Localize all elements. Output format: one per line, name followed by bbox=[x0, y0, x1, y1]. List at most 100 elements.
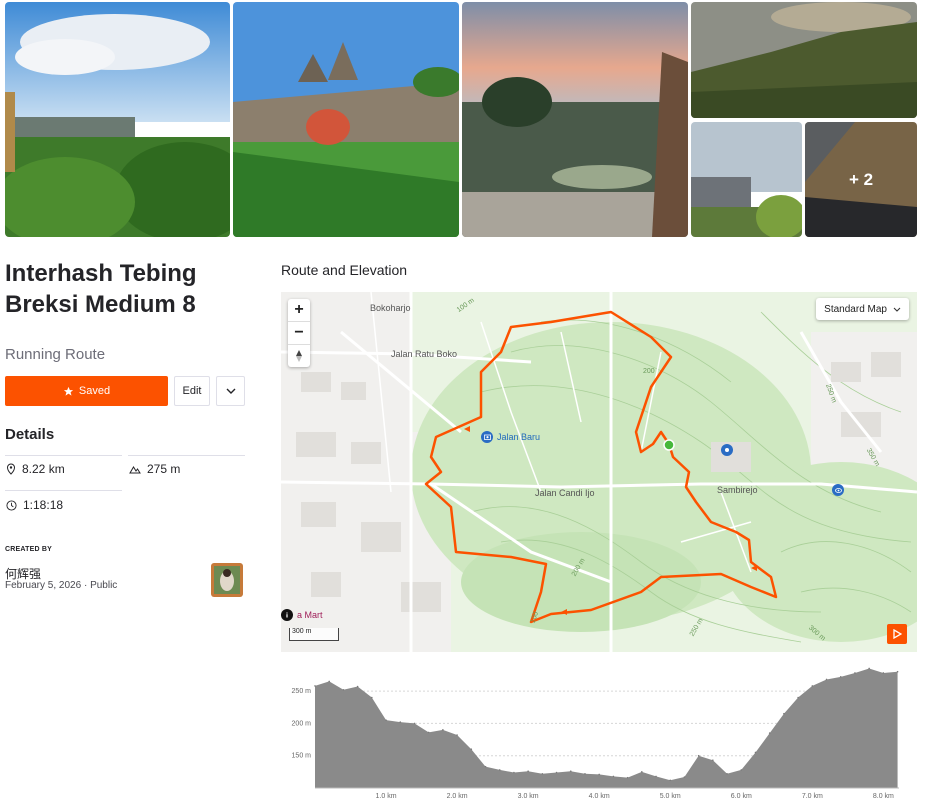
elevation-stat: 275 m bbox=[129, 462, 180, 476]
elevation-chart[interactable]: 150 m 200 m 250 m 1.0 km 2.0 km 3.0 km 4.0 km 5… bbox=[281, 656, 917, 806]
elevation-point bbox=[584, 772, 586, 775]
creator-avatar[interactable] bbox=[211, 563, 243, 597]
place-label-bokoharjo: Bokoharjo bbox=[370, 303, 411, 313]
poi-icon-1[interactable] bbox=[721, 444, 733, 456]
x-tick-label: 5.0 km bbox=[660, 793, 681, 800]
clock-icon bbox=[6, 499, 17, 511]
elevation-point bbox=[513, 771, 515, 774]
elevation-point bbox=[328, 680, 331, 683]
elevation-point bbox=[839, 676, 842, 678]
divider bbox=[5, 455, 122, 456]
elevation-point bbox=[569, 770, 572, 772]
flyover-button[interactable] bbox=[887, 624, 907, 644]
more-options-button[interactable] bbox=[216, 376, 245, 406]
elevation-point bbox=[768, 732, 771, 734]
x-tick-label: 3.0 km bbox=[518, 793, 539, 800]
elevation-point bbox=[484, 765, 487, 768]
route-photo-6[interactable]: + 2 bbox=[805, 122, 917, 237]
zoom-controls: + − bbox=[288, 299, 310, 367]
route-type: Running Route bbox=[5, 346, 106, 363]
distance-value: 8.22 km bbox=[22, 462, 65, 476]
visibility-label: Public bbox=[90, 580, 118, 591]
edit-button[interactable]: Edit bbox=[174, 376, 210, 406]
chevron-down-icon bbox=[226, 388, 235, 394]
location-pin-icon bbox=[6, 463, 16, 475]
map-style-select[interactable]: Standard Map bbox=[816, 298, 909, 320]
elevation-point bbox=[470, 748, 473, 751]
elevation-value: 275 m bbox=[147, 462, 181, 476]
elevation-point bbox=[783, 712, 785, 715]
zoom-in-button[interactable]: + bbox=[288, 299, 310, 322]
elevation-point bbox=[797, 696, 799, 699]
elevation-point bbox=[385, 719, 387, 721]
road-label-jalan-ratu-boko: Jalan Ratu Boko bbox=[391, 349, 458, 359]
created-date: February 5, 2026 bbox=[5, 580, 82, 591]
elevation-point bbox=[726, 772, 728, 775]
route-photo-4[interactable] bbox=[691, 2, 917, 118]
elevation-point bbox=[371, 696, 373, 699]
elevation-point bbox=[740, 769, 743, 771]
elevation-icon bbox=[129, 466, 141, 474]
camera-icon bbox=[481, 431, 493, 443]
route-photo-3[interactable] bbox=[462, 2, 688, 237]
route-photo-1[interactable] bbox=[5, 2, 230, 237]
route-photo-2[interactable] bbox=[233, 2, 459, 237]
play-icon bbox=[892, 629, 902, 639]
elevation-point bbox=[669, 779, 672, 782]
duration-value: 1:18:18 bbox=[23, 498, 64, 512]
more-photos-count[interactable]: + 2 bbox=[805, 122, 917, 237]
elevation-chart-svg: 150 m 200 m 250 m 1.0 km 2.0 km 3.0 km 4.0 km 5… bbox=[292, 667, 899, 800]
x-tick-label: 7.0 km bbox=[802, 793, 823, 800]
elevation-point bbox=[825, 678, 828, 681]
saved-button[interactable]: Saved bbox=[5, 376, 168, 406]
poi-label: a Mart bbox=[297, 610, 323, 620]
duration-stat: 1:18:18 bbox=[6, 498, 63, 512]
elevation-point bbox=[683, 776, 686, 778]
elevation-point bbox=[356, 685, 359, 688]
creator-meta: February 5, 2026 · Public bbox=[5, 580, 117, 591]
elevation-point bbox=[498, 769, 501, 771]
zoom-out-button[interactable]: − bbox=[288, 322, 310, 345]
elevation-point bbox=[399, 721, 402, 723]
x-tick-label: 8.0 km bbox=[873, 793, 894, 800]
place-label-sambirejo: Sambirejo bbox=[717, 485, 758, 495]
elevation-point bbox=[527, 770, 529, 772]
elevation-point bbox=[641, 771, 643, 773]
divider bbox=[5, 490, 122, 491]
route-map[interactable]: Bokoharjo Jalan Ratu Boko Jalan Baru Jal… bbox=[281, 292, 917, 652]
x-tick-label: 6.0 km bbox=[731, 793, 752, 800]
elevation-area bbox=[315, 668, 898, 788]
route-photo-5[interactable] bbox=[691, 122, 802, 237]
y-tick-label: 150 m bbox=[292, 753, 312, 760]
compass-button[interactable] bbox=[288, 345, 310, 367]
elevation-point bbox=[868, 667, 870, 670]
x-tick-label: 1.0 km bbox=[376, 793, 397, 800]
saved-button-label: Saved bbox=[78, 385, 111, 397]
divider bbox=[128, 455, 245, 456]
map-style-label: Standard Map bbox=[824, 303, 887, 315]
distance-stat: 8.22 km bbox=[6, 462, 65, 476]
elevation-point bbox=[342, 688, 345, 691]
elevation-point bbox=[811, 685, 814, 687]
contour-label: 200 bbox=[643, 368, 655, 375]
poi-mart[interactable]: a Mart bbox=[281, 609, 323, 621]
elevation-point bbox=[413, 722, 416, 725]
elevation-point bbox=[555, 771, 558, 774]
elevation-point bbox=[456, 734, 458, 736]
y-tick-label: 200 m bbox=[292, 720, 312, 727]
elevation-point bbox=[697, 754, 700, 757]
route-title: Interhash Tebing Breksi Medium 8 bbox=[5, 260, 197, 318]
elevation-point bbox=[896, 670, 899, 673]
elevation-point bbox=[882, 672, 885, 674]
poi-icon-2[interactable] bbox=[832, 484, 844, 496]
poi-jalan-baru[interactable]: Jalan Baru bbox=[481, 431, 540, 443]
x-tick-label: 4.0 km bbox=[589, 793, 610, 800]
elevation-point bbox=[541, 772, 544, 775]
y-tick-label: 250 m bbox=[292, 688, 312, 695]
elevation-point bbox=[314, 685, 316, 687]
poi-label: Jalan Baru bbox=[497, 432, 541, 442]
x-tick-label: 2.0 km bbox=[447, 793, 468, 800]
elevation-point bbox=[612, 775, 615, 778]
elevation-point bbox=[854, 672, 856, 674]
created-by-label: CREATED BY bbox=[5, 546, 52, 553]
